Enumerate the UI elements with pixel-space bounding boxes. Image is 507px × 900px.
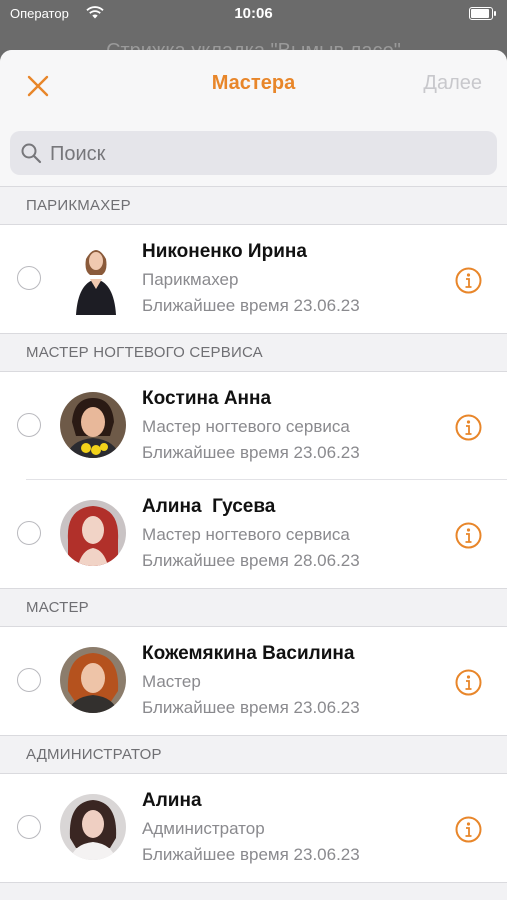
avatar [60,500,126,566]
search-icon [21,143,42,164]
select-radio[interactable] [17,521,41,545]
info-icon[interactable] [455,267,482,294]
info-icon[interactable] [455,816,482,843]
info-icon[interactable] [455,414,482,441]
info-icon[interactable] [455,669,482,696]
search-field[interactable] [10,131,497,177]
master-role: Парикмахер [142,270,239,289]
search-input[interactable] [48,131,472,177]
master-name: Кожемякина Василина [142,643,355,664]
master-role: Мастер [142,672,201,691]
avatar [68,239,124,315]
nearest-time: Ближайшее время 23.06.23 [142,698,360,717]
nearest-time: Ближайшее время 23.06.23 [142,296,360,315]
master-role: Администратор [142,819,265,838]
master-row[interactable]: Никоненко Ирина Парикмахер Ближайшее вре… [0,224,507,333]
masters-sheet: Мастера Далее ПАРИКМАХЕР Никоненко Ирина… [0,50,507,900]
master-name: Никоненко Ирина [142,241,307,262]
section-header-nail-service: МАСТЕР НОГТЕВОГО СЕРВИСА [0,333,507,371]
status-bar: Оператор 10:06 [0,0,507,28]
nearest-time: Ближайшее время 23.06.23 [142,845,360,864]
list-footer [0,882,507,900]
master-row[interactable]: Кожемякина Василина Мастер Ближайшее вре… [0,626,507,735]
master-row[interactable]: Алина Гусева Мастер ногтевого сервиса Бл… [0,480,507,588]
clock: 10:06 [234,5,273,22]
section-header-administrator: АДМИНИСТРАТОР [0,735,507,773]
master-name: Алина Гусева [142,496,276,517]
master-name: Костина Анна [142,388,272,409]
avatar [60,392,126,458]
select-radio[interactable] [17,413,41,437]
select-radio[interactable] [17,668,41,692]
nearest-time: Ближайшее время 28.06.23 [142,551,360,570]
avatar [60,647,126,713]
next-button[interactable]: Далее [423,72,482,95]
info-icon[interactable] [455,522,482,549]
section-header-hairdresser: ПАРИКМАХЕР [0,186,507,224]
master-role: Мастер ногтевого сервиса [142,525,350,544]
search-bar [0,120,507,186]
master-role: Мастер ногтевого сервиса [142,417,350,436]
avatar [60,794,126,860]
battery-icon [469,7,496,20]
navigation-bar: Мастера Далее [0,50,507,120]
select-radio[interactable] [17,266,41,290]
master-row[interactable]: Алина Администратор Ближайшее время 23.0… [0,773,507,882]
section-header-master: МАСТЕР [0,588,507,626]
nearest-time: Ближайшее время 23.06.23 [142,443,360,462]
select-radio[interactable] [17,815,41,839]
master-name: Алина [142,790,202,811]
master-row[interactable]: Костина Анна Мастер ногтевого сервиса Бл… [0,371,507,480]
